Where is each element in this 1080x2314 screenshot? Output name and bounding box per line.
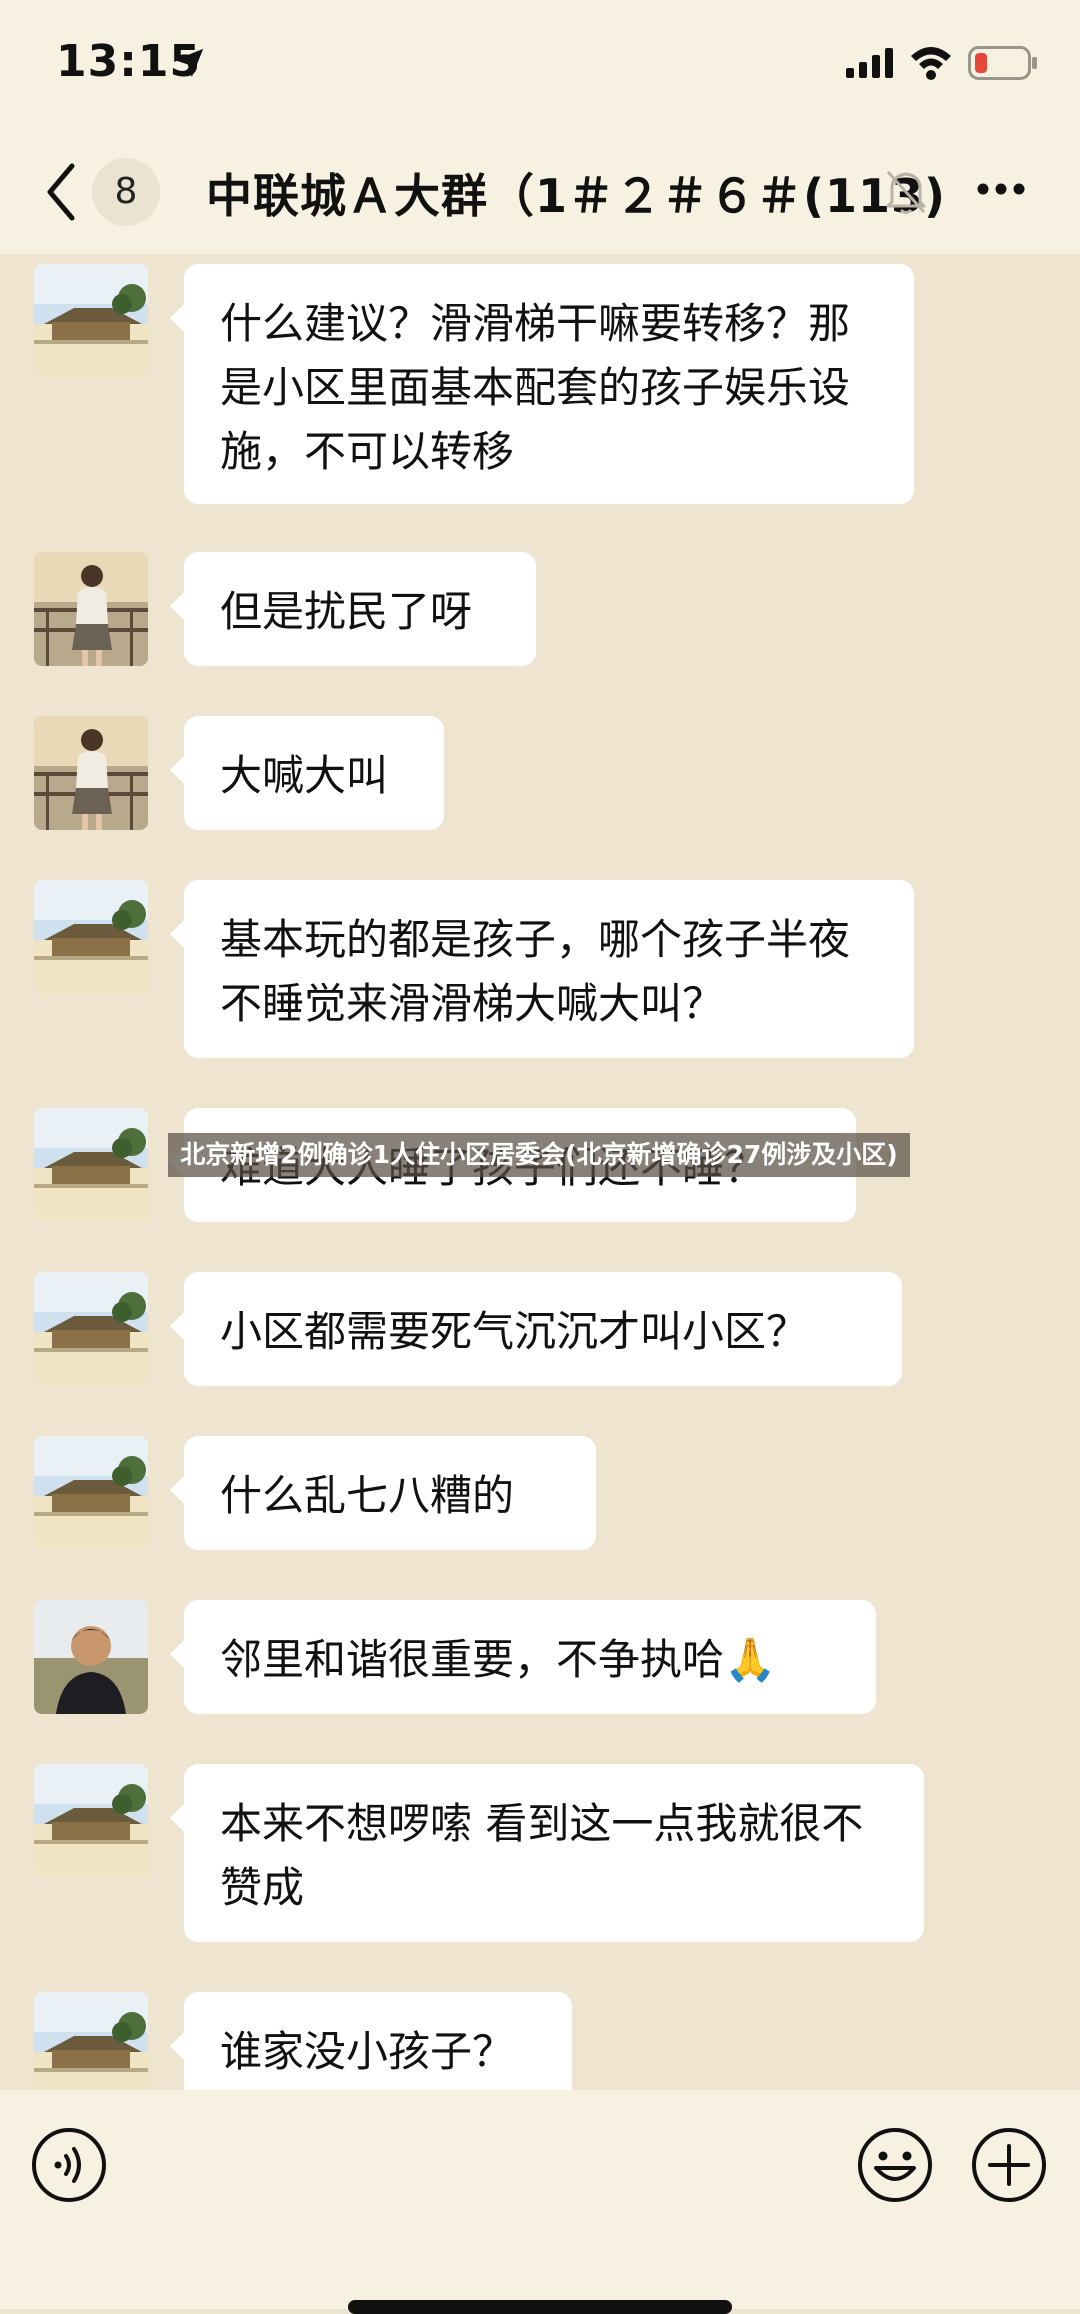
message-bubble[interactable]: 小区都需要死气沉沉才叫小区？: [170, 1272, 902, 1386]
avatar[interactable]: [34, 552, 148, 666]
chat-header: 8 中联城Ａ大群（1＃２＃６＃(113): [0, 130, 1080, 254]
cellular-signal-icon: [846, 48, 893, 78]
emoji-icon[interactable]: [856, 2126, 934, 2204]
bell-slash-icon: [886, 170, 926, 214]
message-bubble[interactable]: 谁家没小孩子？: [170, 1992, 572, 2090]
voice-icon[interactable]: [30, 2126, 108, 2204]
headline-overlay: 北京新增2例确诊1人住小区居委会(北京新增确诊27例涉及小区): [168, 1133, 910, 1177]
wifi-icon: [911, 47, 951, 80]
avatar[interactable]: [34, 264, 148, 378]
message-bubble[interactable]: 大喊大叫: [170, 716, 444, 830]
location-arrow-icon: [174, 48, 204, 78]
avatar[interactable]: [34, 1600, 148, 1714]
chat-title: 中联城Ａ大群（1＃２＃６＃(113): [206, 169, 947, 223]
avatar[interactable]: [34, 1436, 148, 1550]
message-bubble[interactable]: 基本玩的都是孩子，哪个孩子半夜不睡觉来滑滑梯大喊大叫？: [170, 880, 914, 1058]
avatar[interactable]: [34, 716, 148, 830]
battery-low-icon: [968, 46, 1037, 80]
avatar[interactable]: [34, 880, 148, 994]
plus-icon[interactable]: [970, 2126, 1048, 2204]
chevron-left-icon[interactable]: [40, 158, 80, 226]
avatar[interactable]: [34, 1272, 148, 1386]
more-icon[interactable]: [976, 182, 1026, 196]
message-bubble[interactable]: 本来不想啰嗦 看到这一点我就很不赞成: [170, 1764, 924, 1942]
avatar[interactable]: [34, 1108, 148, 1222]
input-bar: [0, 2090, 1080, 2309]
unread-count-badge[interactable]: 8: [92, 158, 160, 226]
message-bubble[interactable]: 但是扰民了呀: [170, 552, 536, 666]
status-bar: 13:15: [0, 0, 1080, 130]
avatar[interactable]: [34, 1992, 148, 2090]
message-bubble[interactable]: 什么乱七八糟的: [170, 1436, 596, 1550]
message-bubble[interactable]: 邻里和谐很重要，不争执哈🙏: [170, 1600, 876, 1714]
message-bubble[interactable]: 什么建议？滑滑梯干嘛要转移？那是小区里面基本配套的孩子娱乐设施，不可以转移: [170, 264, 914, 504]
avatar[interactable]: [34, 1764, 148, 1878]
home-indicator[interactable]: [348, 2300, 732, 2314]
